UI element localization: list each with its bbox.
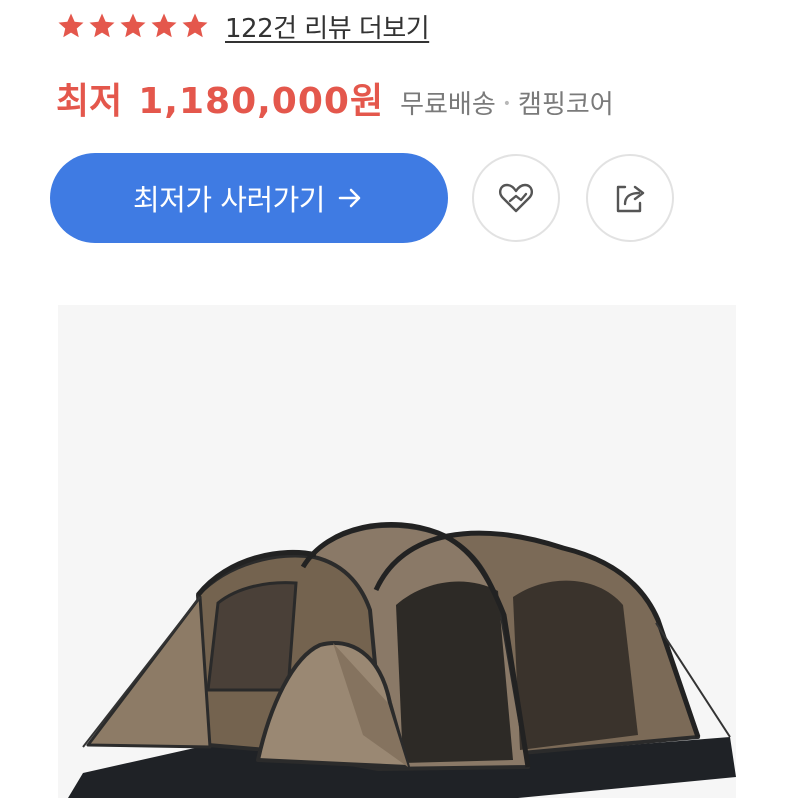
lowest-price-label: 최저 bbox=[56, 81, 123, 122]
rating-row: 122건 리뷰 더보기 bbox=[56, 8, 430, 45]
price-row: 최저 1,180,000원 무료배송 • 캠핑코어 bbox=[56, 72, 614, 124]
star-icon bbox=[182, 13, 208, 38]
star-icon bbox=[58, 13, 84, 38]
arrow-right-icon bbox=[338, 188, 361, 208]
buy-lowest-price-button[interactable]: 최저가 사러가기 bbox=[50, 153, 448, 243]
share-button[interactable] bbox=[586, 154, 674, 242]
star-rating bbox=[56, 11, 210, 41]
product-image[interactable] bbox=[58, 305, 736, 798]
star-icon bbox=[89, 13, 115, 38]
price-value: 1,180,000원 bbox=[138, 81, 385, 122]
star-icon bbox=[151, 13, 177, 38]
review-more-link[interactable]: 122건 리뷰 더보기 bbox=[225, 8, 430, 45]
tent-image bbox=[68, 521, 736, 798]
heart-icon bbox=[499, 183, 533, 213]
star-icon bbox=[120, 13, 146, 38]
buy-button-label: 최저가 사러가기 bbox=[133, 183, 325, 217]
seller-name[interactable]: 캠핑코어 bbox=[518, 84, 614, 121]
shipping-info: 무료배송 bbox=[400, 90, 496, 120]
separator-dot: • bbox=[502, 96, 512, 112]
share-icon bbox=[616, 185, 645, 213]
favorite-button[interactable] bbox=[472, 154, 560, 242]
